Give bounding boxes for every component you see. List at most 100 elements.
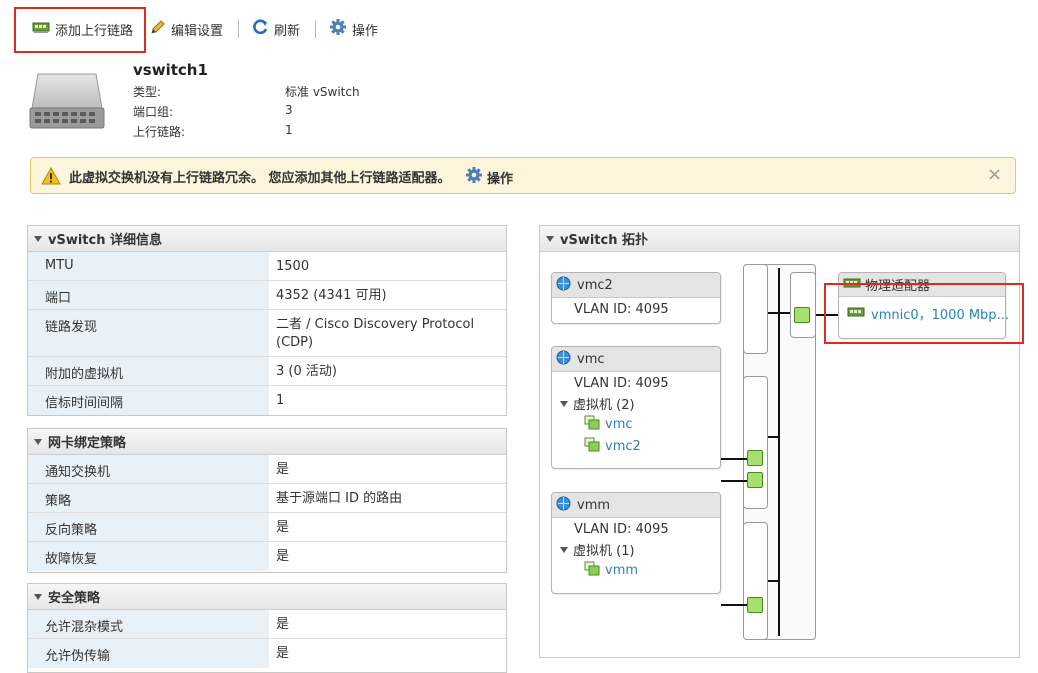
portgroup-header: vmc2	[552, 273, 720, 298]
security-header[interactable]: 安全策略	[28, 584, 506, 610]
portgroup-vlan: VLAN ID: 4095	[574, 376, 669, 391]
port-icon	[747, 450, 763, 466]
close-icon[interactable]: ×	[987, 164, 1002, 185]
vm-item[interactable]: vmc2	[584, 437, 641, 456]
portgroup-vlan: VLAN ID: 4095	[574, 522, 669, 537]
row-value: 是	[276, 462, 290, 477]
gear-icon	[465, 166, 483, 188]
portgroup-vmc2[interactable]: vmc2 VLAN ID: 4095	[551, 272, 721, 324]
uplinks-label: 上行链路:	[133, 125, 186, 139]
highlight-box	[824, 283, 1024, 344]
security-title: 安全策略	[48, 591, 101, 606]
table-row: 允许伪传输 是	[28, 639, 506, 668]
vm-icon	[584, 437, 600, 456]
collapse-icon	[34, 593, 42, 600]
uplink-segment	[790, 272, 816, 338]
table-row: 允许混杂模式 是	[28, 610, 506, 639]
row-value: 二者 / Cisco Discovery Protocol (CDP)	[276, 317, 475, 350]
edit-settings-button[interactable]: 编辑设置	[150, 17, 223, 41]
network-icon	[556, 496, 571, 515]
table-row: 通知交换机 是	[28, 455, 506, 484]
table-row: 端口 4352 (4341 可用)	[28, 281, 506, 310]
collapse-icon	[34, 438, 42, 445]
portgroup-header: vmc	[552, 347, 720, 372]
table-row: 信标时间间隔 1	[28, 386, 506, 415]
vm-icon	[584, 561, 600, 580]
row-label: 端口	[28, 281, 269, 309]
table-row: 故障恢复 是	[28, 542, 506, 571]
row-value: 是	[276, 549, 290, 564]
connector-line	[721, 458, 747, 460]
bus-segment	[743, 264, 768, 354]
refresh-icon	[252, 19, 269, 40]
table-row: 反向策略 是	[28, 513, 506, 542]
row-label: 故障恢复	[28, 542, 269, 571]
vm-link: vmm	[605, 563, 639, 578]
portgroup-vmm[interactable]: vmm VLAN ID: 4095 虚拟机 (1) vmm	[551, 492, 721, 594]
warning-icon	[41, 166, 61, 189]
portgroup-header: vmm	[552, 493, 720, 518]
vm-list-toggle[interactable]: 虚拟机 (2)	[560, 394, 635, 413]
vm-link: vmc2	[605, 439, 641, 454]
row-label: 允许混杂模式	[28, 610, 269, 638]
type-value: 标准 vSwitch	[285, 85, 360, 99]
pencil-icon	[150, 19, 166, 39]
connector-line	[768, 580, 778, 582]
port-icon	[747, 597, 763, 613]
vm-item[interactable]: vmm	[584, 561, 638, 580]
row-value: 3 (0 活动)	[276, 364, 337, 379]
edit-settings-label: 编辑设置	[171, 23, 224, 39]
uplinks-value: 1	[285, 123, 293, 137]
redundancy-warning: 此虚拟交换机没有上行链路冗余。 您应添加其他上行链路适配器。 操作 ×	[30, 157, 1016, 194]
topology-header[interactable]: vSwitch 拓扑	[540, 226, 1019, 252]
connector-line	[768, 436, 778, 438]
row-label: 允许伪传输	[28, 639, 269, 668]
table-row: MTU 1500	[28, 252, 506, 281]
row-value: 是	[276, 646, 290, 661]
portgroups-label: 端口组:	[133, 105, 174, 119]
connector-line	[721, 480, 747, 482]
portgroups-value: 3	[285, 103, 293, 117]
refresh-label: 刷新	[274, 23, 301, 39]
gear-icon	[329, 18, 347, 40]
security-panel: 安全策略 允许混杂模式 是 允许伪传输 是	[27, 583, 507, 673]
row-value: 4352 (4341 可用)	[276, 288, 387, 303]
actions-button[interactable]: 操作	[329, 17, 378, 41]
table-row: 链路发现 二者 / Cisco Discovery Protocol (CDP)	[28, 310, 506, 357]
toolbar-divider	[315, 20, 316, 38]
network-icon	[556, 350, 571, 369]
portgroup-name: vmm	[577, 497, 611, 513]
refresh-button[interactable]: 刷新	[252, 17, 300, 41]
vm-icon	[584, 415, 600, 434]
bus-segment	[743, 522, 768, 640]
table-row: 策略 基于源端口 ID 的路由	[28, 484, 506, 513]
row-label: 反向策略	[28, 513, 269, 541]
portgroup-vmc[interactable]: vmc VLAN ID: 4095 虚拟机 (2) vmc vmc2	[551, 346, 721, 469]
portgroup-name: vmc	[577, 351, 605, 367]
nic-teaming-header[interactable]: 网卡绑定策略	[28, 429, 506, 455]
row-value: 基于源端口 ID 的路由	[276, 491, 403, 506]
row-value: 1500	[276, 259, 310, 274]
bus-line	[778, 268, 780, 636]
vm-list-toggle[interactable]: 虚拟机 (1)	[560, 540, 635, 559]
vswitch-details-header[interactable]: vSwitch 详细信息	[28, 226, 506, 252]
row-label: 信标时间间隔	[28, 386, 269, 415]
port-icon	[794, 307, 810, 323]
nic-teaming-panel: 网卡绑定策略 通知交换机 是 策略 基于源端口 ID 的路由 反向策略 是 故障…	[27, 428, 507, 573]
portgroup-vlan: VLAN ID: 4095	[574, 302, 669, 317]
table-row: 附加的虚拟机 3 (0 活动)	[28, 357, 506, 386]
collapse-icon	[34, 235, 42, 242]
topology-title: vSwitch 拓扑	[560, 233, 649, 248]
highlight-box	[14, 7, 146, 53]
row-value: 1	[276, 393, 285, 408]
vswitch-details-title: vSwitch 详细信息	[48, 233, 163, 248]
actions-label: 操作	[352, 23, 379, 39]
connector-line	[768, 312, 790, 314]
row-value: 是	[276, 617, 290, 632]
warning-actions-button[interactable]: 操作	[465, 166, 513, 188]
port-icon	[747, 472, 763, 488]
switch-icon	[28, 70, 106, 138]
switch-name: vswitch1	[133, 61, 208, 79]
expand-icon	[560, 546, 568, 553]
vm-item[interactable]: vmc	[584, 415, 633, 434]
